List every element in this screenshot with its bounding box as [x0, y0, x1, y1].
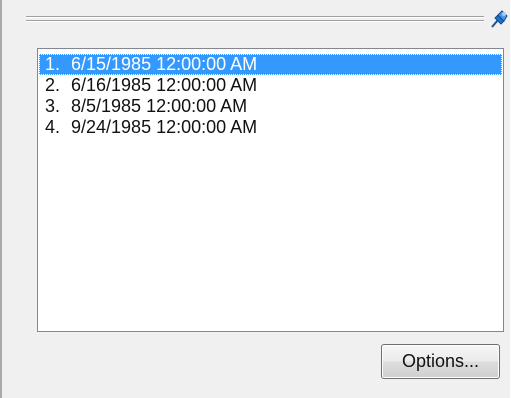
list-item-text: 6/16/1985 12:00:00 AM [71, 75, 258, 95]
list-item-number: 4. [45, 117, 61, 137]
list-item[interactable]: 4. 9/24/1985 12:00:00 AM [39, 117, 502, 138]
options-button[interactable]: Options... [381, 344, 500, 379]
list-item[interactable]: 3. 8/5/1985 12:00:00 AM [39, 96, 502, 117]
date-listbox[interactable]: 1. 6/15/1985 12:00:00 AM 2. 6/16/1985 12:0… [37, 48, 504, 332]
grip-line [26, 16, 484, 17]
list-item[interactable]: 1. 6/15/1985 12:00:00 AM [39, 54, 502, 75]
pushpin-icon[interactable] [489, 8, 509, 30]
grip-line [26, 20, 484, 21]
list-item[interactable]: 2. 6/16/1985 12:00:00 AM [39, 75, 502, 96]
side-panel: 1. 6/15/1985 12:00:00 AM 2. 6/16/1985 12:0… [0, 0, 510, 398]
list-item-text: 9/24/1985 12:00:00 AM [71, 117, 258, 137]
panel-drag-grip[interactable] [26, 16, 484, 22]
list-item-number: 1. [45, 54, 61, 74]
list-item-text: 6/15/1985 12:00:00 AM [71, 54, 258, 74]
list-item-number: 3. [45, 96, 61, 116]
list-item-text: 8/5/1985 12:00:00 AM [71, 96, 248, 116]
list-item-number: 2. [45, 75, 61, 95]
pushpin-icon-graphic [491, 10, 508, 28]
